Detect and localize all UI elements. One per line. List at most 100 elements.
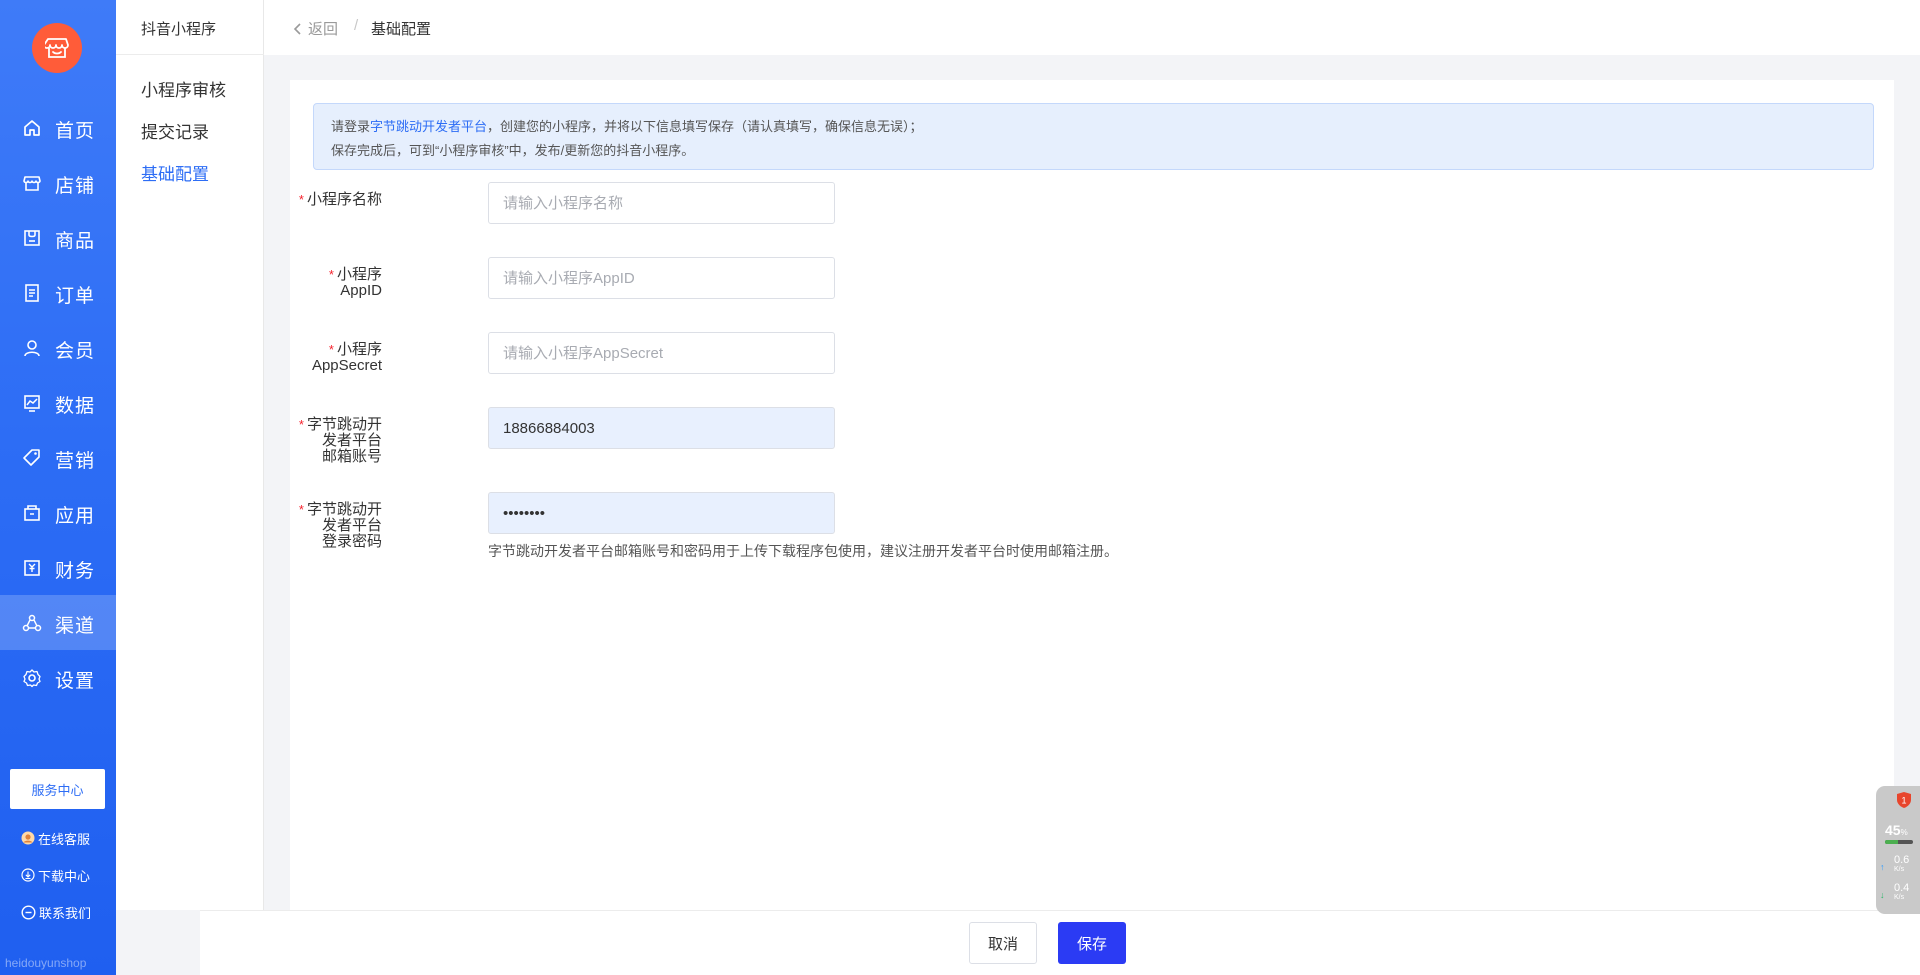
sidebar-item-store[interactable]: 店铺 xyxy=(0,155,116,210)
download-arrow-icon: ↓ xyxy=(1880,890,1885,900)
email-field-label: * 字节跳动开发者平台 邮箱账号 xyxy=(290,417,382,465)
home-icon xyxy=(24,120,40,136)
password-input[interactable] xyxy=(488,492,835,534)
sidebar-item-label: 应用 xyxy=(55,506,96,527)
download-speed: 0.4 K/s xyxy=(1894,882,1909,902)
sub-navigation: 抖音小程序 小程序审核 提交记录 基础配置 xyxy=(116,0,264,910)
subnav-item-records[interactable]: 提交记录 xyxy=(141,118,209,143)
contact-us-link[interactable]: 联系我们 xyxy=(21,902,91,922)
online-service-label: 在线客服 xyxy=(38,831,91,847)
cpu-percent: 45% xyxy=(1885,822,1908,838)
sidebar-item-label: 财务 xyxy=(55,561,96,582)
password-field-label: * 字节跳动开发者平台 登录密码 xyxy=(290,502,382,550)
shield-badge-icon: 1 xyxy=(1897,792,1911,808)
appsecret-label-text: 小程序AppSecret xyxy=(311,341,382,374)
download-icon xyxy=(21,868,35,882)
upload-speed: 0.6 K/s xyxy=(1894,854,1909,874)
email-input[interactable] xyxy=(488,407,835,449)
sidebar-item-label: 渠道 xyxy=(55,616,96,637)
appid-label-text: 小程序AppID xyxy=(336,266,382,299)
upload-speed-value: 0.6 xyxy=(1894,854,1910,866)
download-speed-unit: K/s xyxy=(1894,894,1905,901)
main-sidebar: 首页 店铺 商品 订单 会员 数据 营销 应用 财务 渠道 设置 服务中心 在线… xyxy=(0,0,116,975)
developer-platform-link[interactable]: 字节跳动开发者平台 xyxy=(370,119,487,134)
page-header: 返回 / 基础配置 xyxy=(264,0,1920,55)
subnav-title: 抖音小程序 xyxy=(141,21,217,38)
required-mark: * xyxy=(298,417,304,432)
password-label-line2: 登录密码 xyxy=(321,533,382,550)
sidebar-item-home[interactable]: 首页 xyxy=(0,100,116,155)
back-link[interactable]: 返回 xyxy=(292,18,338,39)
required-mark: * xyxy=(328,342,334,357)
download-center-link[interactable]: 下载中心 xyxy=(21,865,90,885)
sidebar-item-label: 设置 xyxy=(55,671,96,692)
member-icon xyxy=(24,340,40,357)
email-label-line1: 字节跳动开发者平台 xyxy=(306,416,382,449)
cpu-usage-bar-fill xyxy=(1885,840,1898,844)
required-mark: * xyxy=(328,267,334,282)
email-label-line2: 邮箱账号 xyxy=(321,448,382,465)
notice-prefix: 请登录 xyxy=(331,119,371,134)
shop-logo-icon xyxy=(45,38,69,58)
breadcrumb-separator: / xyxy=(354,17,359,34)
download-speed-value: 0.4 xyxy=(1894,882,1910,894)
sidebar-item-label: 订单 xyxy=(55,286,96,307)
upload-speed-unit: K/s xyxy=(1894,866,1905,873)
sidebar-item-finance[interactable]: 财务 xyxy=(0,540,116,595)
required-mark: * xyxy=(298,502,304,517)
appid-field-label: * 小程序AppID xyxy=(290,267,382,299)
sidebar-item-orders[interactable]: 订单 xyxy=(0,265,116,320)
config-form-card: 请登录字节跳动开发者平台，创建您的小程序，并将以下信息填写保存（请认真填写，确保… xyxy=(290,80,1894,910)
subnav-divider xyxy=(116,54,264,55)
page-title: 基础配置 xyxy=(371,21,432,38)
notice-line-2: 保存完成后，可到“小程序审核”中，发布/更新您的抖音小程序。 xyxy=(331,143,695,158)
subnav-item-basic-config[interactable]: 基础配置 xyxy=(141,160,209,185)
credentials-hint: 字节跳动开发者平台邮箱账号和密码用于上传下载程序包使用，建议注册开发者平台时使用… xyxy=(488,543,1118,559)
monitor-badge-count: 1 xyxy=(1901,796,1906,806)
upload-arrow-icon: ↑ xyxy=(1880,862,1885,872)
sidebar-item-data[interactable]: 数据 xyxy=(0,375,116,430)
name-field-label: * 小程序名称 xyxy=(299,192,382,208)
cpu-percent-unit: % xyxy=(1900,828,1908,837)
sidebar-item-settings[interactable]: 设置 xyxy=(0,650,116,705)
info-notice: 请登录字节跳动开发者平台，创建您的小程序，并将以下信息填写保存（请认真填写，确保… xyxy=(313,103,1874,170)
sidebar-item-goods[interactable]: 商品 xyxy=(0,210,116,265)
save-button[interactable]: 保存 xyxy=(1058,922,1126,964)
sidebar-item-label: 营销 xyxy=(55,451,96,472)
service-center-button[interactable]: 服务中心 xyxy=(10,769,105,809)
store-icon xyxy=(23,176,41,191)
appsecret-input[interactable] xyxy=(488,332,835,374)
cancel-button[interactable]: 取消 xyxy=(969,922,1037,964)
network-monitor-widget[interactable]: 1 45% ↑ 0.6 K/s ↓ 0.4 K/s xyxy=(1876,786,1920,914)
subnav-item-review[interactable]: 小程序审核 xyxy=(141,76,226,101)
name-label-text: 小程序名称 xyxy=(306,191,382,208)
chevron-left-icon xyxy=(293,22,301,35)
channel-icon xyxy=(22,614,42,632)
name-input[interactable] xyxy=(488,182,835,224)
download-center-label: 下载中心 xyxy=(38,868,91,884)
sidebar-item-members[interactable]: 会员 xyxy=(0,320,116,375)
app-icon xyxy=(24,505,40,521)
chat-bubble-icon xyxy=(21,904,36,920)
form-action-bar: 取消 保存 xyxy=(200,910,1920,975)
sidebar-item-apps[interactable]: 应用 xyxy=(0,485,116,540)
contact-us-label: 联系我们 xyxy=(39,905,92,921)
sidebar-item-label: 商品 xyxy=(55,231,96,252)
order-icon xyxy=(25,284,39,302)
sidebar-item-label: 店铺 xyxy=(55,176,96,197)
watermark-text: heidouyunshop xyxy=(5,956,87,970)
store-logo[interactable] xyxy=(32,23,82,73)
sidebar-item-channel[interactable]: 渠道 xyxy=(0,595,116,650)
online-service-link[interactable]: 在线客服 xyxy=(21,828,90,848)
sidebar-item-label: 首页 xyxy=(55,121,96,142)
appid-input[interactable] xyxy=(488,257,835,299)
password-label-line1: 字节跳动开发者平台 xyxy=(306,501,382,534)
back-label: 返回 xyxy=(308,21,339,38)
required-mark: * xyxy=(298,192,304,207)
cpu-usage-bar xyxy=(1885,840,1913,844)
sidebar-item-label: 会员 xyxy=(55,341,96,362)
sidebar-item-marketing[interactable]: 营销 xyxy=(0,430,116,485)
tag-icon xyxy=(23,449,40,466)
finance-icon xyxy=(24,560,40,576)
sidebar-item-label: 数据 xyxy=(55,396,96,417)
